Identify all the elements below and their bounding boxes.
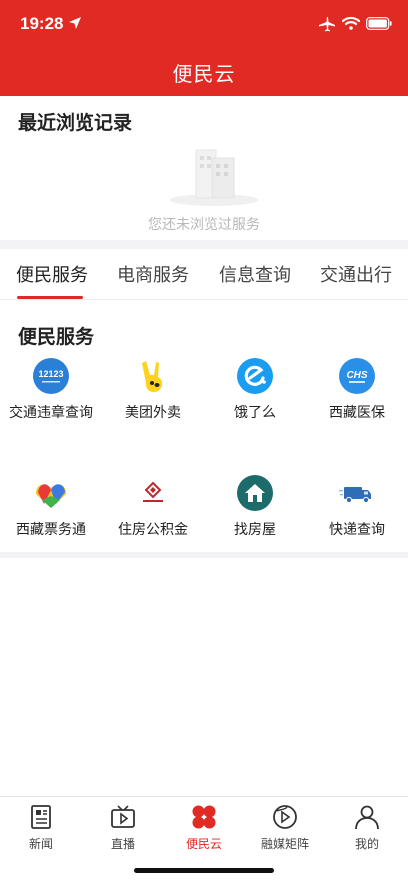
tabbar-label: 新闻 [28, 837, 53, 851]
service-meituan[interactable]: 美团外卖 [102, 357, 204, 424]
service-express-query[interactable]: 快递查询 [306, 474, 408, 541]
house-icon [237, 475, 273, 511]
service-label: 西藏票务通 [16, 522, 86, 538]
eleme-icon [237, 358, 273, 394]
section-divider [0, 552, 408, 558]
empty-state-text: 您还未浏览过服务 [148, 217, 260, 233]
home-indicator [134, 868, 274, 873]
tab-convenience[interactable]: 便民服务 [16, 261, 88, 287]
recent-title: 最近浏览记录 [18, 112, 133, 134]
tab-info-query[interactable]: 信息查询 [219, 261, 291, 287]
delivery-truck-icon [339, 487, 371, 504]
status-time: 19:28 [20, 14, 64, 33]
active-tab-indicator [17, 296, 83, 299]
airplane-icon [319, 17, 335, 32]
ticket-service-icon [36, 484, 66, 508]
service-label: 快递查询 [329, 522, 385, 538]
tabbar-label: 直播 [110, 837, 135, 851]
page-title: 便民云 [172, 62, 236, 86]
app-header: 19:28 便民云 [0, 0, 408, 96]
wifi-icon [342, 16, 360, 30]
tabbar-label: 融媒矩阵 [260, 837, 309, 851]
service-label: 西藏医保 [329, 405, 385, 421]
tabbar-convenience-cloud[interactable]: 便民云 [163, 803, 245, 852]
service-eleme[interactable]: 饿了么 [204, 357, 306, 424]
recent-section: 最近浏览记录 您还未浏览过服务 [0, 96, 408, 240]
tabbar-label: 便民云 [185, 837, 222, 851]
status-bar: 19:28 [0, 0, 408, 50]
service-label: 饿了么 [234, 405, 276, 421]
traffic-12123-icon: 12123 [33, 358, 69, 394]
person-icon [355, 805, 379, 830]
tabbar-news[interactable]: 新闻 [0, 803, 82, 852]
tab-ecommerce[interactable]: 电商服务 [117, 261, 189, 287]
service-label: 住房公积金 [118, 522, 188, 538]
service-label: 交通违章查询 [9, 405, 93, 421]
tabbar-media-matrix[interactable]: 融媒矩阵 [244, 803, 326, 852]
tabbar-live[interactable]: 直播 [82, 803, 164, 852]
chs-icon-text: CHS [346, 370, 367, 381]
empty-buildings-illustration [170, 149, 258, 206]
tabbar-mine[interactable]: 我的 [326, 803, 408, 852]
battery-icon [366, 17, 392, 30]
meituan-kangaroo-icon [142, 361, 163, 393]
service-label: 美团外卖 [125, 405, 181, 421]
four-petal-icon [192, 805, 216, 829]
tabbar-label: 我的 [354, 837, 379, 851]
media-matrix-icon [273, 805, 297, 829]
service-label: 找房屋 [234, 522, 276, 538]
traffic-icon-text: 12123 [38, 369, 63, 379]
section-divider [0, 240, 408, 249]
service-tibet-medical[interactable]: CHS 西藏医保 [306, 357, 408, 424]
services-title: 便民服务 [18, 326, 95, 348]
chs-medical-insurance-icon: CHS [339, 358, 375, 394]
service-traffic-violation[interactable]: 12123 交通违章查询 [0, 357, 102, 424]
housing-fund-icon [143, 481, 163, 502]
tv-play-icon [111, 805, 135, 828]
newspaper-icon [31, 805, 51, 829]
service-ticket[interactable]: 西藏票务通 [0, 474, 102, 541]
service-find-house[interactable]: 找房屋 [204, 474, 306, 541]
category-tabs: 便民服务 电商服务 信息查询 交通出行 [0, 249, 408, 300]
location-arrow-icon [69, 17, 81, 29]
tab-transport[interactable]: 交通出行 [320, 261, 392, 287]
service-housing-fund[interactable]: 住房公积金 [102, 474, 204, 541]
